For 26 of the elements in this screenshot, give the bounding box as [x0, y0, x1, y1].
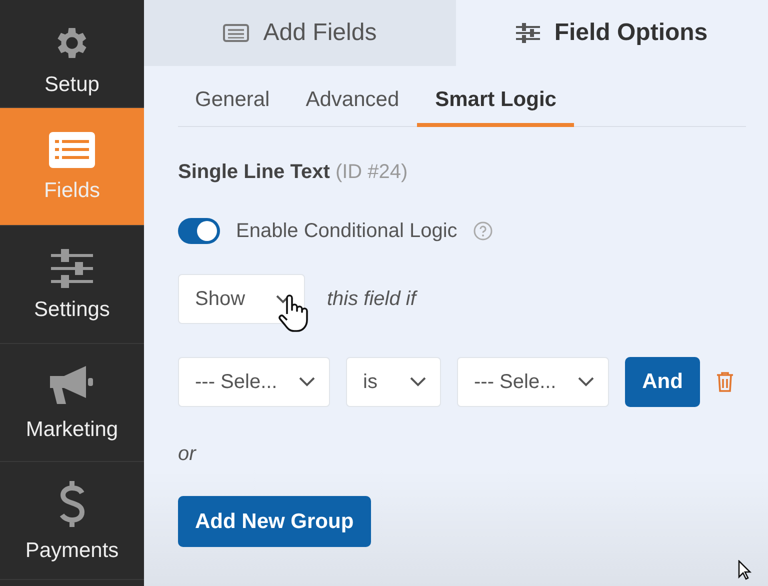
- help-icon: [473, 221, 494, 241]
- sub-tab[interactable]: Smart Logic: [417, 66, 574, 127]
- pointer-cursor-icon: [738, 560, 752, 580]
- chevron-down-icon: [410, 377, 426, 387]
- and-button[interactable]: And: [625, 357, 700, 407]
- field-title: Single Line Text (ID #24): [178, 161, 409, 184]
- list-icon: [48, 130, 96, 168]
- form-icon: [223, 24, 250, 42]
- condition-label: this field if: [327, 288, 416, 310]
- sliders-icon: [516, 23, 540, 43]
- chevron-down-icon: [299, 377, 315, 387]
- toggle-label: Enable Conditional Logic: [236, 220, 458, 242]
- operator-select[interactable]: is: [346, 357, 441, 407]
- or-label: or: [178, 443, 198, 466]
- hand-cursor-icon: [278, 294, 308, 332]
- trash-icon[interactable]: [716, 371, 734, 393]
- toggle-switch[interactable]: [178, 218, 220, 244]
- sub-tab[interactable]: General: [178, 66, 288, 127]
- sliders-icon: [51, 248, 93, 288]
- dollar-icon: [58, 478, 86, 528]
- field-select[interactable]: --- Sele...: [178, 357, 330, 407]
- chevron-down-icon: [578, 377, 594, 387]
- tab[interactable]: Add Fields: [144, 0, 456, 66]
- sub-tab[interactable]: Advanced: [288, 66, 418, 127]
- add-group-button[interactable]: Add New Group: [178, 496, 371, 547]
- value-select[interactable]: --- Sele...: [457, 357, 609, 407]
